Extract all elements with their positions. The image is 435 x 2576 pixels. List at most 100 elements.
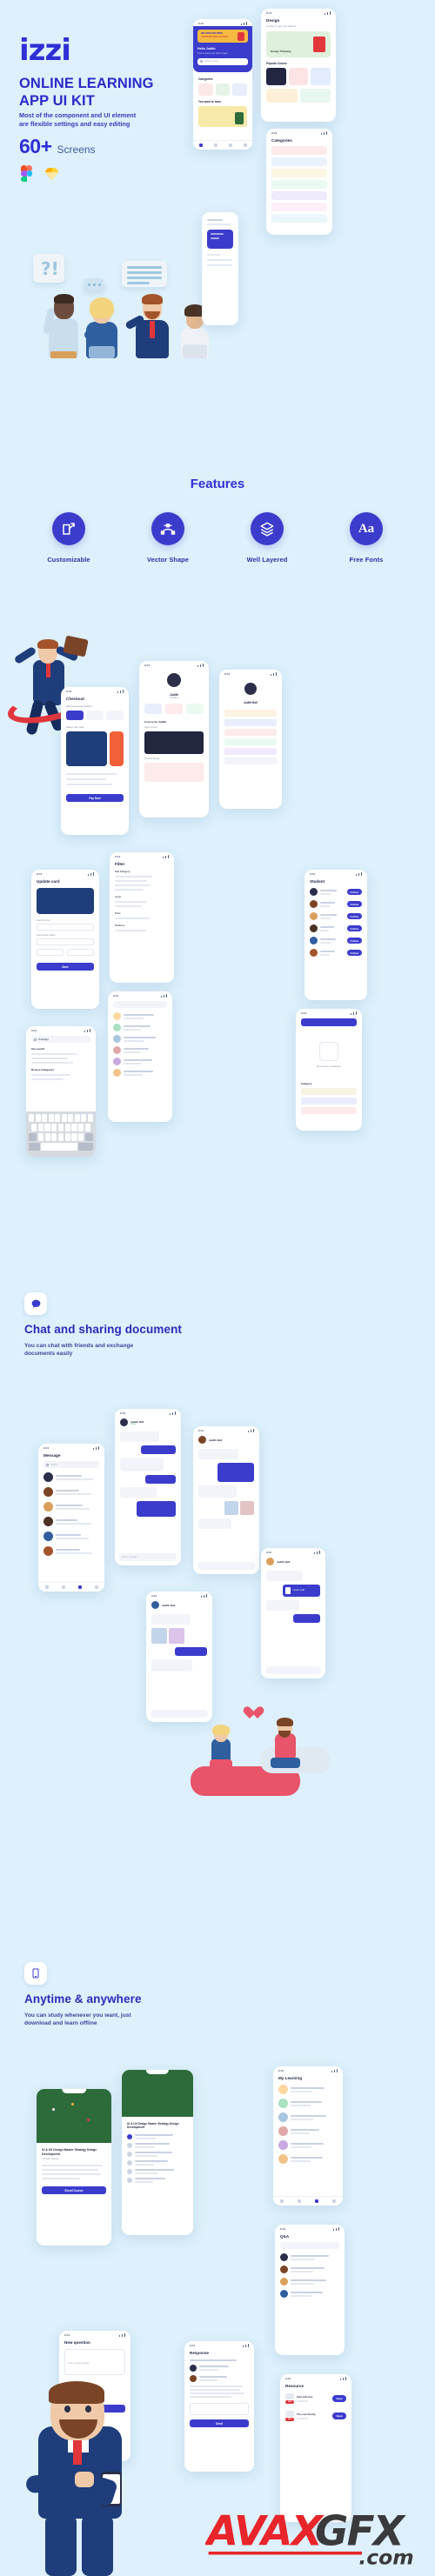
category-chip[interactable] [198, 83, 213, 96]
key[interactable] [35, 1114, 41, 1122]
my-course-list[interactable] [278, 2085, 338, 2164]
course-thumb-row[interactable] [266, 67, 331, 85]
category-list[interactable] [271, 146, 327, 223]
key[interactable] [81, 1114, 87, 1122]
image-attachment[interactable] [169, 1628, 184, 1644]
keyboard-row[interactable] [29, 1133, 94, 1141]
phone-chat-attachment-screen[interactable]: 9:41 Judith Bell [193, 1426, 259, 1574]
bottom-tab-bar[interactable] [193, 140, 252, 150]
key[interactable] [61, 1114, 67, 1122]
tab-profile-icon[interactable] [332, 2199, 336, 2203]
course-card[interactable] [144, 763, 204, 782]
card-number-input[interactable] [37, 924, 94, 931]
list-item[interactable] [127, 2159, 188, 2166]
list-item[interactable] [113, 1035, 167, 1043]
search-input[interactable] [280, 2242, 339, 2249]
course-thumb[interactable] [266, 88, 298, 103]
bottom-tab-bar[interactable] [38, 1582, 104, 1592]
phone-message-list-screen[interactable]: 9:41 Message Search [38, 1444, 104, 1592]
message-input[interactable] [197, 1562, 255, 1570]
card-list[interactable] [66, 731, 124, 766]
phone-student-list-screen[interactable]: 9:41 Student Follow Follow Follow Follow… [304, 870, 367, 1000]
list-item[interactable] [278, 2154, 338, 2164]
send-reply-button[interactable]: Send [190, 2419, 249, 2427]
key[interactable] [44, 1124, 50, 1131]
tab-profile-icon[interactable] [94, 1585, 98, 1589]
key[interactable] [37, 1133, 44, 1141]
image-attachment-row[interactable] [151, 1628, 207, 1644]
search-input[interactable]: Search course [197, 57, 248, 65]
course-card[interactable] [198, 105, 247, 127]
phone-empty-cart-screen[interactable]: 9:41 No booking transaction Category [296, 1009, 362, 1131]
follow-button[interactable]: Follow [346, 888, 362, 896]
key[interactable] [87, 1114, 93, 1122]
key[interactable] [64, 1133, 70, 1141]
save-card-button[interactable]: Save [37, 963, 94, 971]
cvv-input[interactable] [67, 949, 94, 956]
list-item[interactable] [127, 2168, 188, 2174]
key[interactable] [78, 1124, 84, 1131]
list-item[interactable] [280, 2290, 339, 2298]
phone-qa-screen[interactable]: 9:41 Q&A [275, 2225, 345, 2355]
key[interactable] [31, 1124, 37, 1131]
phone-my-learning-screen[interactable]: 9:41 My Learning [273, 2066, 343, 2206]
course-thumb[interactable] [288, 67, 309, 85]
list-item[interactable]: Follow [310, 912, 362, 920]
list-item[interactable] [280, 2278, 339, 2286]
list-item[interactable] [113, 1024, 167, 1031]
expiry-cvv-row[interactable] [37, 949, 94, 956]
search-input[interactable]: Ui design [31, 1036, 90, 1043]
key[interactable] [51, 1124, 57, 1131]
category-row[interactable] [301, 1088, 357, 1095]
credit-card[interactable] [66, 731, 108, 766]
phone-resource-screen[interactable]: 9:41 Resource PDF Start with why Open PD… [280, 2374, 351, 2522]
tab-home-icon[interactable] [280, 2199, 284, 2203]
phone-update-card-screen[interactable]: 9:41 Update card Card Number Card Holder… [31, 870, 99, 1009]
course-thumb-row[interactable] [266, 88, 331, 103]
key[interactable] [57, 1133, 64, 1141]
conversation-list[interactable] [44, 1472, 99, 1556]
list-item[interactable]: Follow [310, 937, 362, 944]
phone-course-map-screen[interactable]: UI & UX Design Master Strategy Design De… [37, 2089, 111, 2246]
backspace-key[interactable] [84, 1133, 94, 1141]
list-item[interactable] [280, 2253, 339, 2261]
list-item[interactable] [127, 2133, 188, 2139]
tab-message-icon[interactable] [77, 1585, 82, 1589]
phone-categories-screen[interactable]: 9:41 Categories [266, 129, 332, 235]
phone-filter-screen[interactable]: 9:41 Filter Sub Category Level Price Fea… [110, 852, 174, 983]
key[interactable] [44, 1133, 50, 1141]
category-row[interactable] [271, 180, 327, 189]
phone-cart-screen[interactable]: 9:41 [108, 991, 172, 1122]
category-row[interactable] [271, 169, 327, 177]
list-item[interactable] [280, 2266, 339, 2273]
list-item[interactable] [113, 1069, 167, 1077]
phone-response-screen[interactable]: 9:41 Response Send [184, 2341, 254, 2472]
search-input[interactable]: Search [44, 1461, 99, 1468]
course-thumb[interactable] [266, 67, 286, 85]
category-chips[interactable] [198, 83, 248, 96]
question-list[interactable] [280, 2253, 339, 2298]
phone-profile-screen[interactable]: 9:41 Judith Student Course by Judith Spo… [139, 661, 209, 818]
tab-courses-icon[interactable] [228, 143, 232, 147]
key[interactable] [55, 1114, 61, 1122]
key[interactable] [71, 1124, 77, 1131]
category-row[interactable] [271, 157, 327, 166]
key[interactable] [37, 1124, 44, 1131]
reply-textarea[interactable] [190, 2403, 249, 2415]
list-item[interactable] [44, 1532, 99, 1541]
credit-card[interactable] [110, 731, 124, 766]
list-item[interactable] [278, 2085, 338, 2094]
key[interactable] [78, 1133, 84, 1141]
key[interactable] [48, 1114, 54, 1122]
numbers-key[interactable] [29, 1143, 40, 1151]
list-item[interactable] [113, 1046, 167, 1054]
list-item[interactable] [127, 2151, 188, 2157]
search-input[interactable] [113, 1001, 167, 1008]
category-row[interactable] [271, 214, 327, 223]
category-row[interactable] [271, 146, 327, 155]
phone-account-screen[interactable]: 9:41 Judith Bell [219, 670, 282, 809]
tab-explore-icon[interactable] [213, 143, 218, 147]
category-row[interactable] [301, 1107, 357, 1114]
message-bubble-file[interactable]: Lesson 1.pdf [282, 1585, 320, 1597]
follow-button[interactable]: Follow [346, 900, 362, 908]
